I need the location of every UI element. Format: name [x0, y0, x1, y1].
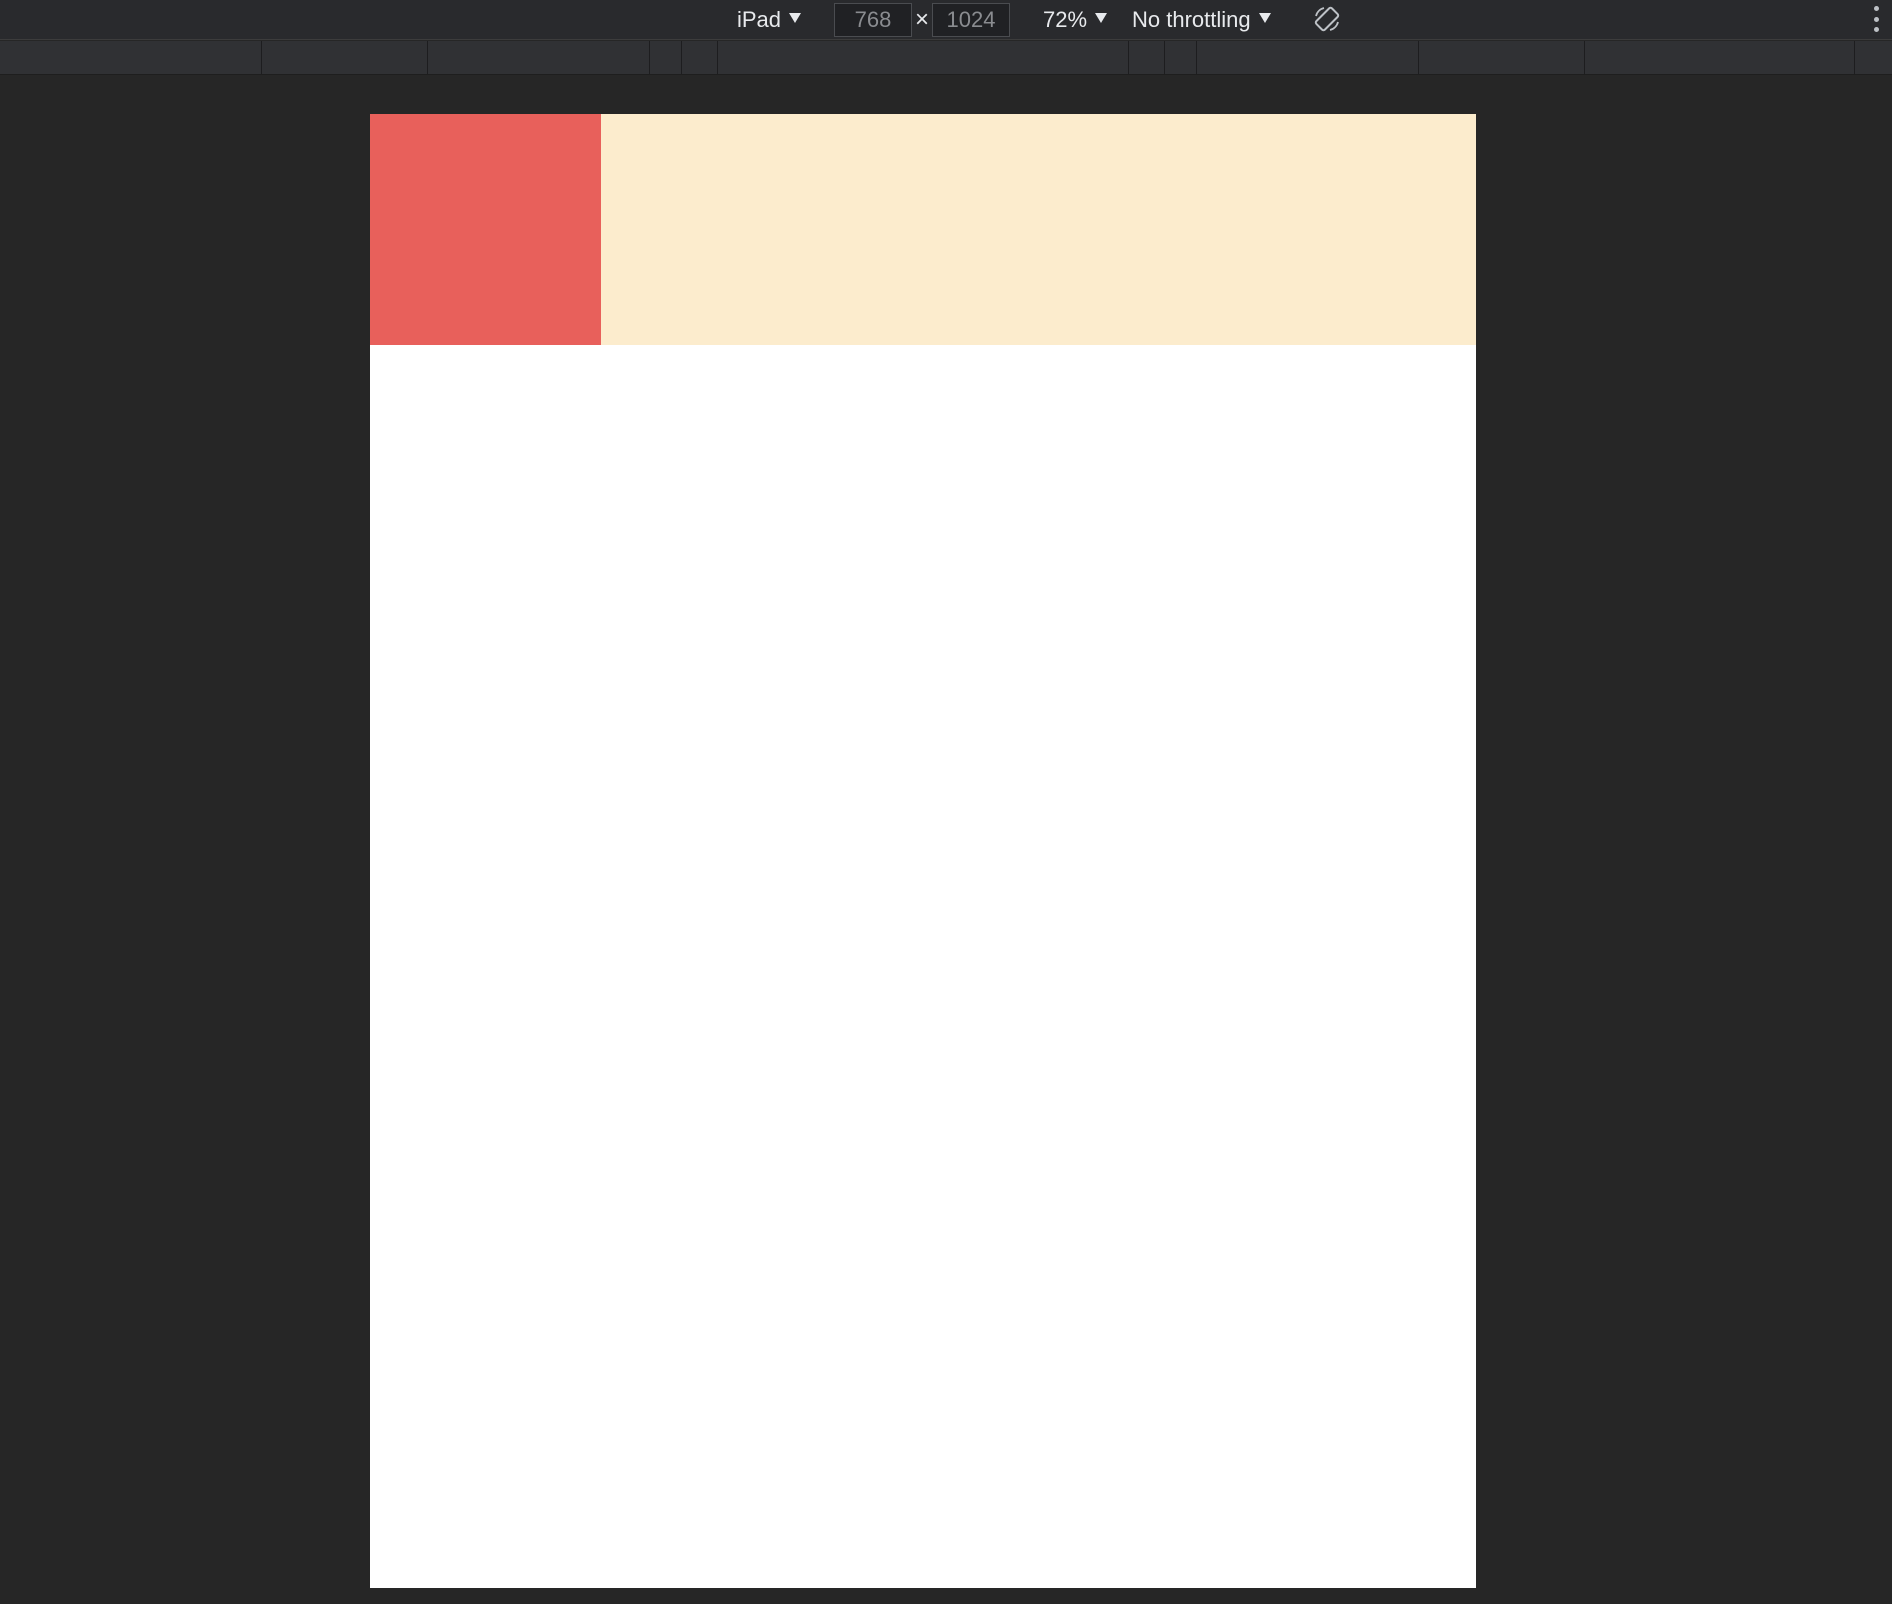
- device-dropdown[interactable]: iPad: [737, 7, 802, 33]
- media-query-segment[interactable]: [1196, 41, 1197, 74]
- device-viewport[interactable]: [370, 114, 1476, 1588]
- rotate-icon[interactable]: [1312, 4, 1342, 34]
- media-query-segment[interactable]: [1854, 41, 1855, 74]
- media-query-segment[interactable]: [649, 41, 650, 74]
- media-query-segment[interactable]: [717, 41, 718, 74]
- media-query-bar: [0, 41, 1892, 75]
- header-red-block: [370, 114, 601, 345]
- device-toolbar: iPad × 72% No throttling: [0, 0, 1892, 40]
- zoom-label: 72%: [1043, 7, 1088, 32]
- media-query-segment[interactable]: [1584, 41, 1585, 74]
- chevron-down-icon: [1095, 13, 1108, 23]
- header-cream-block: [601, 114, 1476, 345]
- throttling-label: No throttling: [1132, 7, 1251, 32]
- device-selector[interactable]: iPad: [737, 0, 802, 40]
- media-query-segment[interactable]: [261, 41, 262, 74]
- zoom-selector[interactable]: 72%: [1043, 0, 1108, 40]
- media-query-segment[interactable]: [427, 41, 428, 74]
- throttling-dropdown[interactable]: No throttling: [1132, 7, 1271, 33]
- media-query-segment[interactable]: [1164, 41, 1165, 74]
- media-query-segment[interactable]: [681, 41, 682, 74]
- throttling-selector[interactable]: No throttling: [1132, 0, 1271, 40]
- times-symbol: ×: [914, 6, 929, 33]
- height-input[interactable]: [932, 3, 1010, 37]
- media-query-segment[interactable]: [1128, 41, 1129, 74]
- chevron-down-icon: [1258, 13, 1271, 23]
- device-label: iPad: [737, 7, 782, 32]
- width-input[interactable]: [834, 3, 912, 37]
- chevron-down-icon: [789, 13, 802, 23]
- media-query-segment[interactable]: [1418, 41, 1419, 74]
- zoom-dropdown[interactable]: 72%: [1043, 7, 1108, 33]
- more-options-icon[interactable]: [1872, 6, 1880, 32]
- dimensions-group: ×: [834, 0, 1010, 40]
